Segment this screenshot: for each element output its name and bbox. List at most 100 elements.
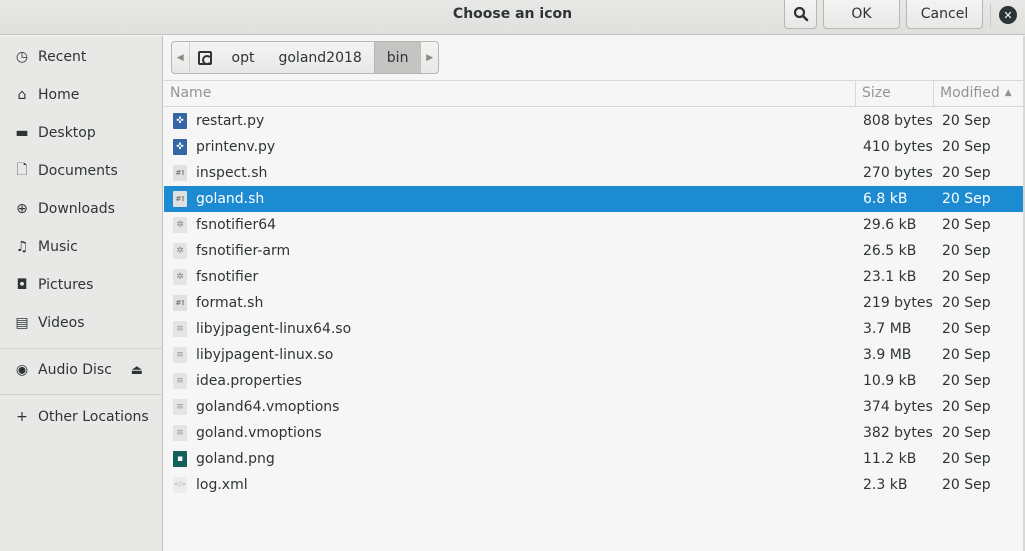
sidebar-item-music[interactable]: ♫ Music (0, 228, 163, 266)
file-name: goland64.vmoptions (196, 399, 340, 415)
sidebar-item-videos[interactable]: ▤ Videos (0, 304, 163, 342)
header-bar: Choose an icon OK Cancel ✕ (0, 0, 1025, 35)
eject-icon[interactable]: ⏏ (131, 363, 143, 378)
path-scroll-right-button[interactable]: ▶ (420, 42, 438, 73)
path-bar: ◀ opt goland2018 bin ▶ (171, 41, 439, 74)
file-modified: 20 Sep (942, 165, 991, 181)
column-header-modified[interactable]: Modified ▲ (933, 81, 1023, 107)
file-modified: 20 Sep (942, 477, 991, 493)
sidebar-item-recent[interactable]: ◷ Recent (0, 38, 163, 76)
path-segment-root[interactable] (190, 42, 220, 73)
file-name: libyjpagent-linux64.so (196, 321, 352, 337)
file-name: idea.properties (196, 373, 302, 389)
header-separator (990, 4, 991, 28)
file-row[interactable]: ✲ fsnotifier 23.1 kB 20 Sep (164, 264, 1023, 290)
sidebar-item-other-locations[interactable]: + Other Locations (0, 398, 163, 436)
image-file-icon: ▪ (173, 451, 187, 467)
file-row[interactable]: ≡ libyjpagent-linux64.so 3.7 MB 20 Sep (164, 316, 1023, 342)
file-size: 382 bytes (863, 425, 933, 441)
search-button[interactable] (784, 0, 817, 29)
file-name: fsnotifier-arm (196, 243, 291, 259)
disk-icon (197, 50, 212, 65)
python-file-icon: ✜ (173, 139, 187, 155)
file-modified: 20 Sep (942, 269, 991, 285)
file-name: format.sh (196, 295, 264, 311)
file-modified: 20 Sep (942, 295, 991, 311)
file-size: 270 bytes (863, 165, 933, 181)
xml-file-icon: </> (173, 477, 187, 493)
sidebar-item-documents[interactable]: 🗋 Documents (0, 152, 163, 190)
column-header-name[interactable]: Name (164, 81, 855, 107)
music-icon: ♫ (15, 239, 29, 255)
file-modified: 20 Sep (942, 373, 991, 389)
file-size: 6.8 kB (863, 191, 908, 207)
file-name: goland.vmoptions (196, 425, 322, 441)
file-row[interactable]: #! format.sh 219 bytes 20 Sep (164, 290, 1023, 316)
sidebar-item-label: Videos (38, 315, 85, 331)
file-row[interactable]: ✲ fsnotifier-arm 26.5 kB 20 Sep (164, 238, 1023, 264)
document-icon: 🗋 (16, 162, 28, 178)
file-row[interactable]: ≡ goland64.vmoptions 374 bytes 20 Sep (164, 394, 1023, 420)
script-file-icon: #! (173, 165, 187, 181)
file-modified: 20 Sep (942, 321, 991, 337)
file-size: 2.3 kB (863, 477, 908, 493)
chevron-right-icon: ▶ (426, 52, 434, 63)
file-name: printenv.py (196, 139, 276, 155)
text-file-icon: ≡ (173, 347, 187, 363)
sidebar-item-label: Desktop (38, 125, 96, 141)
sidebar-item-desktop[interactable]: ▬ Desktop (0, 114, 163, 152)
file-size: 808 bytes (863, 113, 933, 129)
file-row[interactable]: ≡ goland.vmoptions 382 bytes 20 Sep (164, 420, 1023, 446)
file-modified: 20 Sep (942, 217, 991, 233)
recent-icon: ◷ (15, 49, 29, 65)
path-segment-bin[interactable]: bin (373, 42, 421, 73)
disc-icon: ◉ (15, 362, 29, 378)
file-row[interactable]: ✜ restart.py 808 bytes 20 Sep (164, 108, 1023, 134)
file-modified: 20 Sep (942, 399, 991, 415)
file-row[interactable]: ✜ printenv.py 410 bytes 20 Sep (164, 134, 1023, 160)
path-scroll-left-button[interactable]: ◀ (172, 42, 190, 73)
file-name: inspect.sh (196, 165, 268, 181)
file-modified: 20 Sep (942, 113, 991, 129)
file-modified: 20 Sep (942, 191, 991, 207)
file-name: fsnotifier64 (196, 217, 277, 233)
file-modified: 20 Sep (942, 139, 991, 155)
script-file-icon: #! (173, 295, 187, 311)
column-header-modified-label: Modified (940, 85, 1000, 101)
places-sidebar: ◷ Recent ⌂ Home ▬ Desktop 🗋 Documents ⊕ … (0, 36, 163, 551)
plus-icon: + (16, 409, 28, 425)
file-row[interactable]: #! goland.sh 6.8 kB 20 Sep (164, 186, 1023, 212)
sidebar-item-pictures[interactable]: ◘ Pictures (0, 266, 163, 304)
file-size: 10.9 kB (863, 373, 917, 389)
file-size: 23.1 kB (863, 269, 917, 285)
file-size: 219 bytes (863, 295, 933, 311)
file-row[interactable]: ≡ libyjpagent-linux.so 3.9 MB 20 Sep (164, 342, 1023, 368)
file-modified: 20 Sep (942, 425, 991, 441)
ok-button[interactable]: OK (823, 0, 900, 29)
column-header-size[interactable]: Size (855, 81, 933, 107)
sidebar-item-downloads[interactable]: ⊕ Downloads (0, 190, 163, 228)
sidebar-item-home[interactable]: ⌂ Home (0, 76, 163, 114)
download-icon: ⊕ (16, 201, 28, 217)
videos-icon: ▤ (15, 315, 29, 331)
file-row[interactable]: ▪ goland.png 11.2 kB 20 Sep (164, 446, 1023, 472)
text-file-icon: ≡ (173, 373, 187, 389)
path-segment-goland2018[interactable]: goland2018 (266, 42, 373, 73)
sidebar-separator (0, 394, 163, 395)
file-row[interactable]: </> log.xml 2.3 kB 20 Sep (164, 472, 1023, 498)
file-size: 26.5 kB (863, 243, 917, 259)
sidebar-item-label: Documents (38, 163, 118, 179)
cancel-button[interactable]: Cancel (906, 0, 983, 29)
sidebar-item-label: Other Locations (38, 409, 149, 425)
path-segment-opt[interactable]: opt (220, 42, 267, 73)
file-row[interactable]: ✲ fsnotifier64 29.6 kB 20 Sep (164, 212, 1023, 238)
close-button[interactable]: ✕ (999, 6, 1017, 24)
file-modified: 20 Sep (942, 347, 991, 363)
file-row[interactable]: ≡ idea.properties 10.9 kB 20 Sep (164, 368, 1023, 394)
sidebar-item-audio-disc[interactable]: ◉ Audio Disc ⏏ (0, 351, 163, 389)
file-list[interactable]: Name Size Modified ▲ ✜ restart.py 808 bytes… (164, 80, 1023, 551)
file-row[interactable]: #! inspect.sh 270 bytes 20 Sep (164, 160, 1023, 186)
search-icon (793, 6, 808, 21)
file-name: fsnotifier (196, 269, 259, 285)
sidebar-item-label: Downloads (38, 201, 115, 217)
